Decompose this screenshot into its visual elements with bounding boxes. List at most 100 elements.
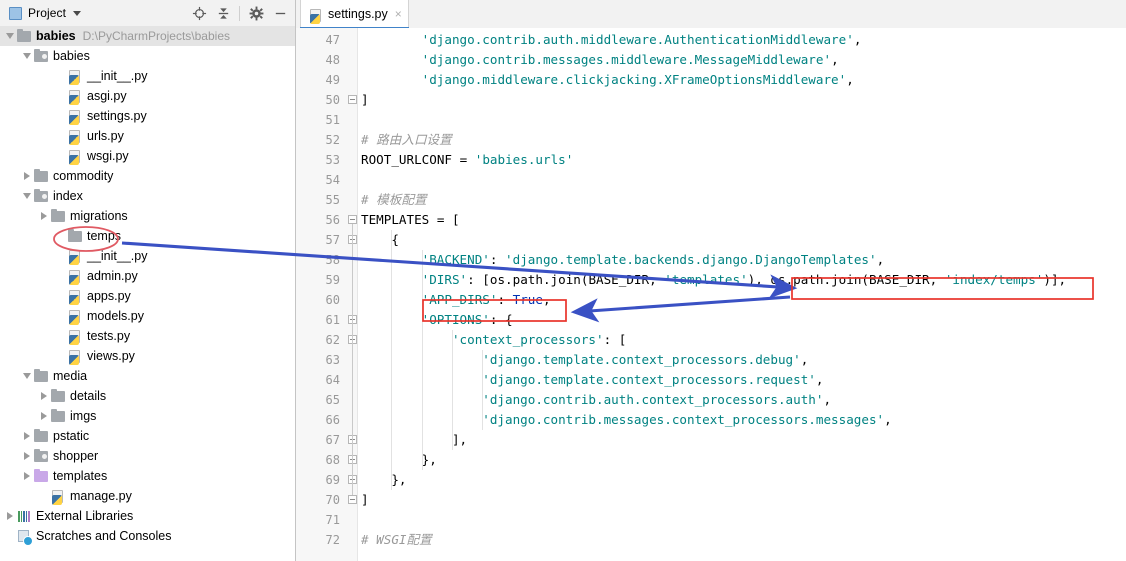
tree-item-migrations[interactable]: migrations bbox=[0, 206, 295, 226]
code-line[interactable]: 'context_processors': [ bbox=[452, 330, 626, 350]
editor-area: settings.py × 47 48 49 50 51 52 53 54 55 56 57 58 59… bbox=[296, 0, 1126, 561]
scratches-icon bbox=[16, 528, 33, 546]
code-token: ] bbox=[361, 492, 369, 507]
editor-tab-settings-py[interactable]: settings.py × bbox=[300, 0, 409, 28]
code-token: { bbox=[391, 232, 399, 247]
code-line[interactable]: 'django.template.context_processors.debu… bbox=[482, 350, 808, 370]
tree-item-pstatic[interactable]: pstatic bbox=[0, 426, 295, 446]
code-fold-toggle[interactable] bbox=[348, 215, 357, 224]
tree-item-shopper[interactable]: shopper bbox=[0, 446, 295, 466]
chevron-down-icon[interactable] bbox=[21, 46, 33, 66]
tree-item-scratches-and-consoles[interactable]: Scratches and Consoles bbox=[0, 526, 295, 546]
tree-item-settings-py[interactable]: settings.py bbox=[0, 106, 295, 126]
code-line[interactable]: 'django.contrib.messages.middleware.Mess… bbox=[422, 50, 839, 70]
tree-item-label: index bbox=[53, 189, 83, 203]
code-line[interactable]: # WSGI配置 bbox=[361, 530, 432, 550]
chevron-down-icon[interactable] bbox=[21, 186, 33, 206]
tree-item-index[interactable]: index bbox=[0, 186, 295, 206]
collapse-all-icon[interactable] bbox=[212, 2, 234, 24]
code-line[interactable]: 'APP_DIRS': True, bbox=[422, 290, 551, 310]
tree-item-init-py[interactable]: __init__.py bbox=[0, 66, 295, 86]
tree-item-tests-py[interactable]: tests.py bbox=[0, 326, 295, 346]
tree-item-init-py[interactable]: __init__.py bbox=[0, 246, 295, 266]
code-line[interactable]: ROOT_URLCONF = 'babies.urls' bbox=[361, 150, 573, 170]
code-token: : bbox=[497, 292, 513, 307]
code-token: 'django.middleware.clickjacking.XFrameOp… bbox=[421, 72, 847, 87]
line-number: 69 bbox=[325, 473, 340, 487]
tree-item-babies[interactable]: babies bbox=[0, 46, 295, 66]
code-line[interactable]: 'django.middleware.clickjacking.XFrameOp… bbox=[422, 70, 854, 90]
chevron-right-icon[interactable] bbox=[21, 446, 33, 466]
chevron-right-icon[interactable] bbox=[38, 406, 50, 426]
code-line[interactable]: 'DIRS': [os.path.join(BASE_DIR, 'templat… bbox=[422, 270, 1067, 290]
tree-item-models-py[interactable]: models.py bbox=[0, 306, 295, 326]
tree-item-details[interactable]: details bbox=[0, 386, 295, 406]
gear-icon[interactable] bbox=[245, 2, 267, 24]
code-line[interactable]: TEMPLATES = [ bbox=[361, 210, 460, 230]
chevron-down-icon[interactable] bbox=[21, 366, 33, 386]
tree-item-temps[interactable]: temps bbox=[0, 226, 295, 246]
chevron-right-icon[interactable] bbox=[38, 386, 50, 406]
code-token: True bbox=[512, 292, 543, 307]
tree-item-path: D:\PyCharmProjects\babies bbox=[82, 29, 230, 43]
code-token: = [ bbox=[429, 212, 460, 227]
python-file-icon bbox=[67, 68, 83, 85]
chevron-right-icon[interactable] bbox=[21, 466, 33, 486]
line-number: 68 bbox=[325, 453, 340, 467]
chevron-right-icon[interactable] bbox=[21, 166, 33, 186]
tree-item-external-libraries[interactable]: External Libraries bbox=[0, 506, 295, 526]
tree-item-admin-py[interactable]: admin.py bbox=[0, 266, 295, 286]
close-icon[interactable]: × bbox=[395, 8, 402, 20]
tree-item-imgs[interactable]: imgs bbox=[0, 406, 295, 426]
editor-tab-label: settings.py bbox=[328, 7, 388, 21]
code-line[interactable]: # 模板配置 bbox=[361, 190, 427, 210]
tree-item-babies[interactable]: babies D:\PyCharmProjects\babies bbox=[0, 26, 295, 46]
folder-icon bbox=[50, 408, 66, 424]
code-fold-toggle[interactable] bbox=[348, 495, 357, 504]
code-line[interactable]: 'django.contrib.auth.middleware.Authenti… bbox=[422, 30, 862, 50]
tree-item-views-py[interactable]: views.py bbox=[0, 346, 295, 366]
code-line[interactable]: }, bbox=[422, 450, 437, 470]
tree-item-wsgi-py[interactable]: wsgi.py bbox=[0, 146, 295, 166]
code-token: : { bbox=[489, 312, 513, 327]
tree-item-label: urls.py bbox=[87, 129, 124, 143]
chevron-down-icon[interactable] bbox=[73, 10, 82, 16]
tree-item-asgi-py[interactable]: asgi.py bbox=[0, 86, 295, 106]
code-line[interactable]: 'django.contrib.auth.context_processors.… bbox=[482, 390, 831, 410]
project-tree[interactable]: babies D:\PyCharmProjects\babies babies __i… bbox=[0, 26, 295, 561]
tree-item-urls-py[interactable]: urls.py bbox=[0, 126, 295, 146]
code-line[interactable]: 'BACKEND': 'django.template.backends.dja… bbox=[422, 250, 885, 270]
tree-item-label: migrations bbox=[70, 209, 128, 223]
tree-item-media[interactable]: media bbox=[0, 366, 295, 386]
code-line[interactable]: { bbox=[391, 230, 399, 250]
tree-item-commodity[interactable]: commodity bbox=[0, 166, 295, 186]
chevron-right-icon[interactable] bbox=[4, 506, 16, 526]
tree-item-label: wsgi.py bbox=[87, 149, 129, 163]
line-number: 62 bbox=[325, 333, 340, 347]
code-line[interactable]: ] bbox=[361, 490, 369, 510]
code-editor[interactable]: 47 48 49 50 51 52 53 54 55 56 57 58 59 60 61 62 63 64 65 66… bbox=[296, 28, 1126, 561]
code-line[interactable]: 'django.template.context_processors.requ… bbox=[482, 370, 823, 390]
code-line[interactable]: 'django.contrib.messages.context_process… bbox=[482, 410, 891, 430]
python-file-icon bbox=[67, 328, 83, 345]
chevron-right-icon[interactable] bbox=[21, 426, 33, 446]
code-token: )], bbox=[1043, 272, 1067, 287]
tree-item-templates[interactable]: templates bbox=[0, 466, 295, 486]
chevron-down-icon[interactable] bbox=[4, 26, 16, 46]
code-line[interactable]: # 路由入口设置 bbox=[361, 130, 452, 150]
locate-target-icon[interactable] bbox=[188, 2, 210, 24]
code-token: ), os.path.join(BASE_DIR, bbox=[747, 272, 945, 287]
chevron-right-icon[interactable] bbox=[38, 206, 50, 226]
tree-item-label: Scratches and Consoles bbox=[36, 529, 172, 543]
tree-item-manage-py[interactable]: manage.py bbox=[0, 486, 295, 506]
code-line[interactable]: 'OPTIONS': { bbox=[422, 310, 513, 330]
code-fold-toggle[interactable] bbox=[348, 95, 357, 104]
code-line[interactable]: ], bbox=[452, 430, 467, 450]
tree-item-apps-py[interactable]: apps.py bbox=[0, 286, 295, 306]
minimize-icon[interactable] bbox=[269, 2, 291, 24]
code-line[interactable]: ] bbox=[361, 90, 369, 110]
module-folder-icon bbox=[33, 188, 49, 204]
code-line[interactable]: }, bbox=[391, 470, 406, 490]
